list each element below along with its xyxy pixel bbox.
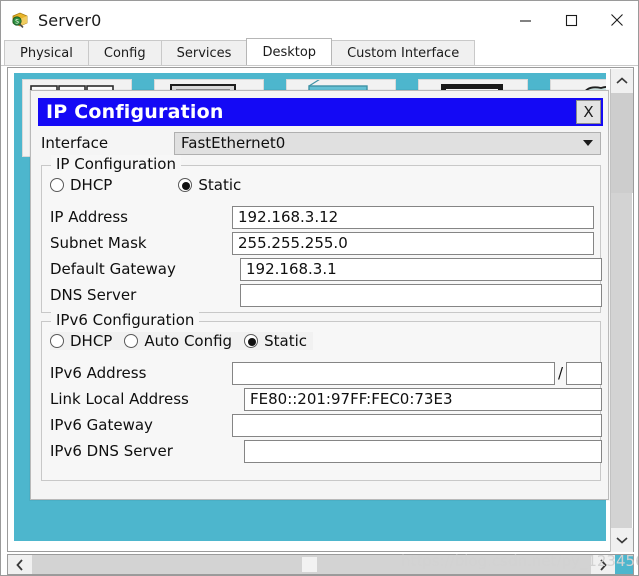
vertical-scroll-thumb[interactable] [611, 93, 633, 193]
desktop-vertical-scrollbar[interactable] [610, 69, 633, 552]
ipv6-link-local-address-row: Link Local Address FE80::201:97FF:FEC0:7… [50, 386, 602, 412]
ipv4-mode-radio-group: DHCP Static [50, 176, 261, 194]
ipv4-group-legend: IP Configuration [51, 155, 181, 173]
minimize-icon[interactable] [502, 1, 548, 39]
server-package-icon: S [10, 10, 30, 30]
ipv4-default-gateway-row: Default Gateway 192.168.3.1 [50, 256, 602, 282]
ipv4-subnet-mask-label: Subnet Mask [50, 234, 147, 252]
ipv6-mode-radio-group: DHCP Auto Config Static [50, 332, 313, 350]
dialog-close-button[interactable]: X [576, 100, 601, 124]
ipv4-radio-dhcp-label: DHCP [70, 176, 113, 194]
ipv4-ip-address-label: IP Address [50, 208, 128, 226]
tab-custom-interface-label: Custom Interface [347, 45, 460, 61]
tab-custom-interface[interactable]: Custom Interface [331, 40, 476, 65]
ipv4-radio-static[interactable]: Static [178, 176, 261, 194]
application-window: S Server0 Physical Config Services Deskt… [0, 0, 639, 576]
ipv4-dns-server-input[interactable] [240, 283, 602, 307]
ipv6-dns-server-input[interactable] [244, 439, 602, 463]
interface-row: Interface FastEthernet0 [41, 131, 601, 155]
tab-desktop[interactable]: Desktop [246, 38, 333, 65]
ipv6-radio-dhcp-label: DHCP [70, 332, 113, 350]
ipv4-ip-address-input[interactable]: 192.168.3.12 [232, 205, 594, 229]
desktop-horizontal-scrollbar[interactable] [7, 554, 634, 575]
window-title: Server0 [38, 10, 102, 30]
horizontal-scroll-track[interactable] [32, 555, 591, 574]
ipv6-radio-static[interactable]: Static [244, 332, 307, 350]
maximize-icon[interactable] [548, 1, 594, 39]
ipv6-prefix-length-input[interactable] [566, 361, 602, 385]
ipv6-gateway-row: IPv6 Gateway [50, 412, 602, 438]
radio-circle-selected-icon [244, 334, 259, 348]
chevron-down-icon [583, 140, 593, 146]
tab-strip: Physical Config Services Desktop Custom … [1, 38, 638, 66]
dialog-titlebar: IP Configuration X [38, 98, 603, 126]
window-controls [502, 1, 638, 39]
chevron-left-icon[interactable] [8, 555, 32, 574]
ipv6-link-local-address-label: Link Local Address [50, 390, 189, 408]
chevron-up-icon[interactable] [611, 69, 633, 93]
ipv6-prefix-separator: / [558, 364, 564, 382]
tab-physical-label: Physical [20, 45, 73, 61]
radio-circle-icon [50, 178, 64, 192]
chevron-right-icon[interactable] [591, 555, 615, 574]
ipv6-address-input[interactable] [232, 361, 555, 385]
ipv4-radio-static-label: Static [198, 176, 242, 194]
ipv4-default-gateway-label: Default Gateway [50, 260, 176, 278]
ipv6-configuration-group: IPv6 Configuration DHCP Auto Config Stat… [41, 311, 602, 481]
ipv6-group-legend: IPv6 Configuration [51, 311, 200, 329]
ipv4-radio-dhcp[interactable]: DHCP [50, 176, 178, 194]
close-icon[interactable] [594, 1, 638, 39]
tab-desktop-label: Desktop [262, 44, 317, 60]
ipv6-address-row: IPv6 Address / [50, 360, 602, 386]
radio-circle-icon [50, 334, 64, 348]
ipv4-configuration-group: IP Configuration DHCP Static IP Address … [41, 155, 602, 313]
ipv6-radio-static-label: Static [264, 332, 307, 350]
svg-text:S: S [15, 18, 19, 25]
tab-physical[interactable]: Physical [4, 40, 89, 65]
ipv6-dns-server-row: IPv6 DNS Server [50, 438, 602, 464]
ipv4-subnet-mask-input[interactable]: 255.255.255.0 [232, 231, 594, 255]
tab-services-label: Services [176, 45, 232, 61]
ipv4-ip-address-row: IP Address 192.168.3.12 [50, 204, 594, 230]
ipv4-subnet-mask-row: Subnet Mask 255.255.255.0 [50, 230, 594, 256]
tab-config-label: Config [103, 45, 146, 61]
interface-select[interactable]: FastEthernet0 [174, 131, 601, 155]
ipv6-link-local-address-input[interactable]: FE80::201:97FF:FEC0:73E3 [244, 387, 602, 411]
ipv4-dns-server-row: DNS Server [50, 282, 602, 308]
interface-label: Interface [41, 134, 109, 152]
radio-circle-selected-icon [178, 178, 193, 192]
window-titlebar: S Server0 [1, 1, 638, 39]
scrollbar-corner [615, 555, 633, 574]
ipv6-radio-dhcp[interactable]: DHCP [50, 332, 124, 350]
ipv6-gateway-label: IPv6 Gateway [50, 416, 153, 434]
desktop-panel: Collector IP Configuration X Interface F… [7, 67, 634, 552]
ipv4-default-gateway-input[interactable]: 192.168.3.1 [240, 257, 602, 281]
radio-circle-icon [124, 334, 139, 348]
ipv6-address-label: IPv6 Address [50, 364, 147, 382]
horizontal-scroll-thumb[interactable] [302, 557, 317, 572]
titlebar-left: S Server0 [1, 10, 101, 30]
ip-configuration-dialog: IP Configuration X Interface FastEtherne… [30, 90, 609, 500]
ipv6-dns-server-label: IPv6 DNS Server [50, 442, 173, 460]
tab-services[interactable]: Services [160, 40, 248, 65]
ipv6-gateway-input[interactable] [232, 413, 602, 437]
chevron-down-icon[interactable] [611, 528, 633, 552]
ipv6-radio-auto-config-label: Auto Config [144, 332, 233, 350]
ipv4-dns-server-label: DNS Server [50, 286, 137, 304]
ipv6-radio-auto-config[interactable]: Auto Config [124, 332, 244, 350]
tab-config[interactable]: Config [87, 40, 162, 65]
interface-selected-value: FastEthernet0 [181, 134, 286, 152]
dialog-title: IP Configuration [46, 101, 224, 123]
